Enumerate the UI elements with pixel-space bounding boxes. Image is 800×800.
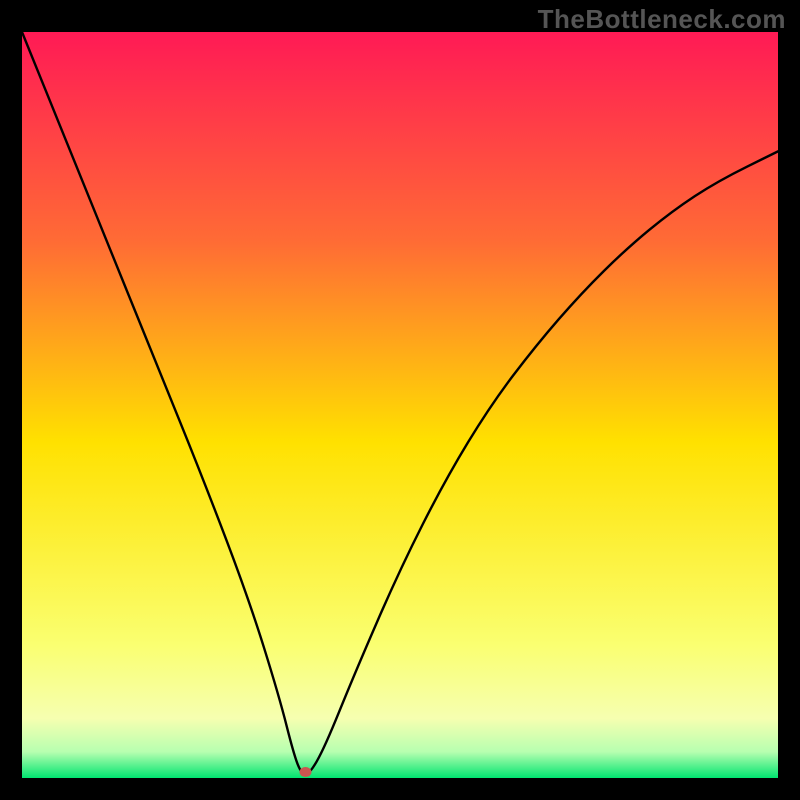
chart-svg (22, 32, 778, 778)
minimum-marker (300, 767, 312, 777)
watermark-text: TheBottleneck.com (538, 4, 786, 35)
plot-area (22, 32, 778, 778)
chart-frame: TheBottleneck.com (0, 0, 800, 800)
gradient-background (22, 32, 778, 778)
